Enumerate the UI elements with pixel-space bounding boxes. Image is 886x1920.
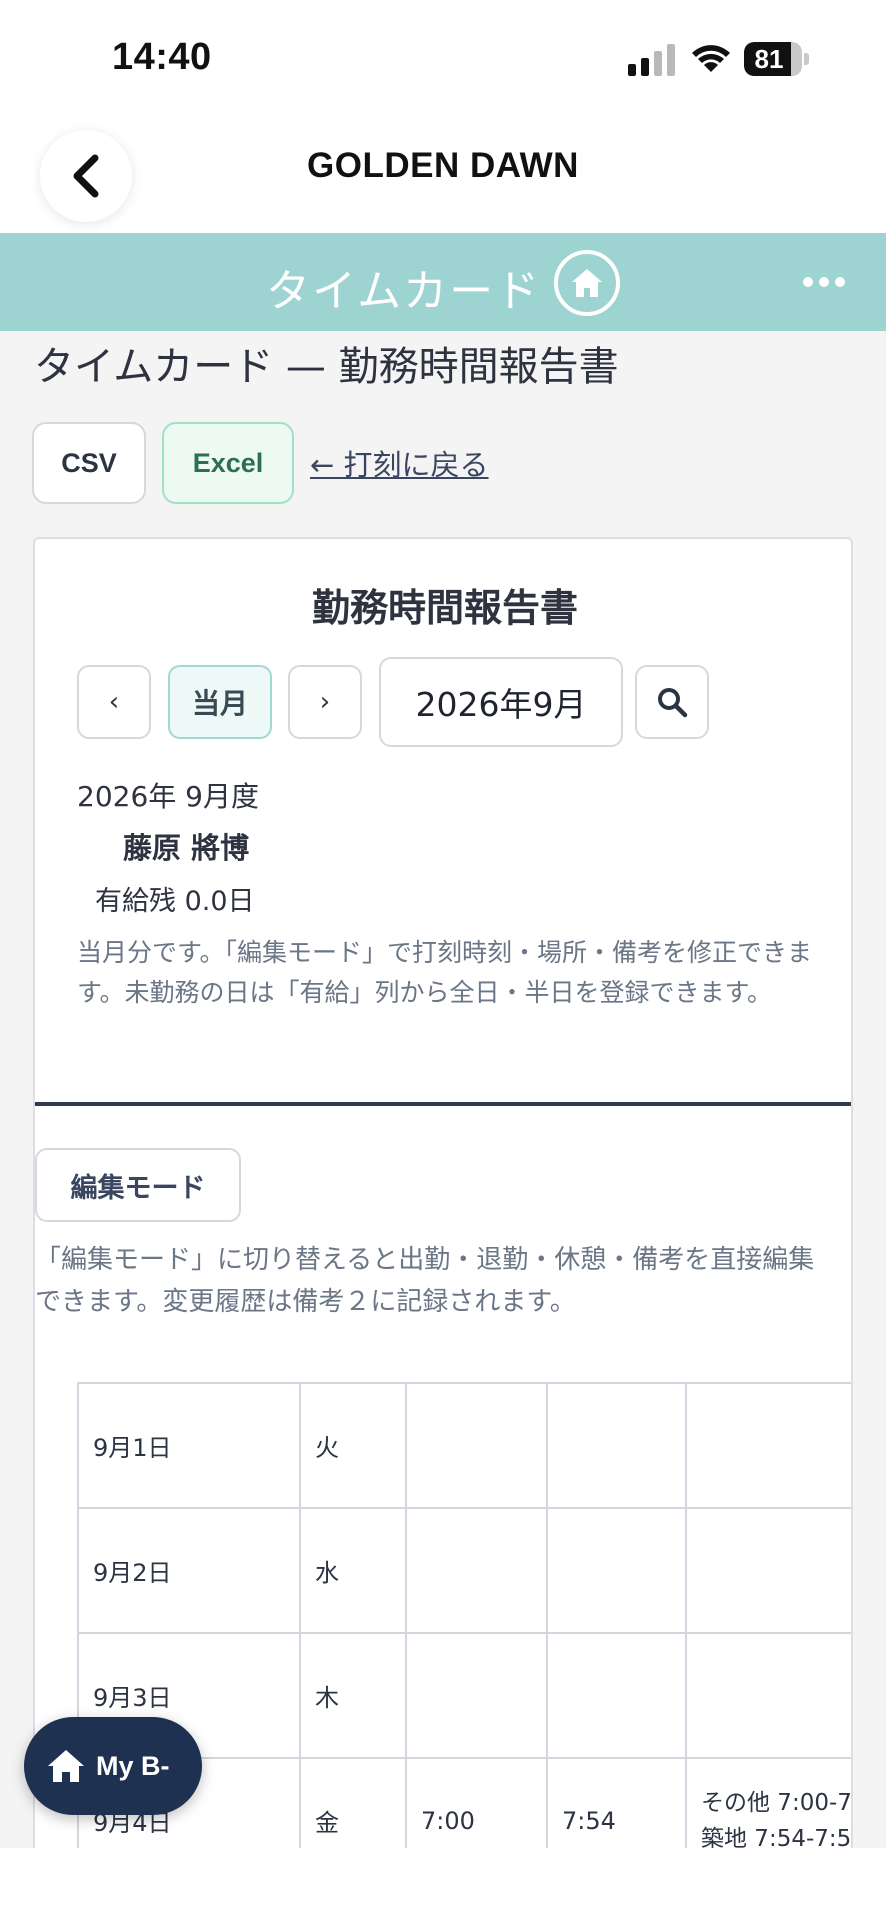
place-cell[interactable] [685, 1382, 851, 1509]
edit-mode-note: 「編集モード」に切り替えると出勤・退勤・休憩・備考を直接編集 できます。変更履歴… [35, 1239, 851, 1323]
prev-month-button[interactable]: ‹ [77, 665, 151, 739]
weekday-cell: 木 [299, 1632, 407, 1759]
clock-out-cell[interactable] [546, 1507, 687, 1634]
section-header: タイムカード [0, 233, 886, 331]
place-line: その他 7:00-7 [701, 1789, 852, 1816]
timecard-table[interactable]: 9月1日 火 9月2日 水 9月3日 木 9月4日 金 7:00 7:54 その… [77, 1382, 852, 1920]
clock-out-cell[interactable] [546, 1382, 687, 1509]
home-button[interactable] [554, 250, 620, 316]
table-row: 9月2日 水 [77, 1507, 851, 1634]
battery-indicator: 81 [744, 42, 809, 76]
header-title: タイムカード [266, 266, 542, 317]
excel-button[interactable]: Excel [162, 422, 294, 504]
next-month-button[interactable]: › [288, 665, 362, 739]
table-row: 9月1日 火 [77, 1382, 851, 1509]
app-title: GOLDEN DAWN [307, 146, 579, 185]
edit-note-line-1: 「編集モード」に切り替えると出勤・退勤・休憩・備考を直接編集 [35, 1245, 815, 1275]
more-icon[interactable] [802, 273, 846, 291]
bottom-safe-area [0, 1848, 886, 1920]
search-button[interactable] [635, 665, 709, 739]
home-icon [48, 1750, 84, 1782]
place-cell[interactable] [685, 1632, 851, 1759]
clock-in-cell[interactable] [405, 1632, 548, 1759]
divider [35, 1102, 851, 1106]
edit-mode-button[interactable]: 編集モード [35, 1148, 241, 1222]
clock-out-cell[interactable] [546, 1632, 687, 1759]
current-month-button[interactable]: 当月 [168, 665, 272, 739]
month-input[interactable]: 2026年9月 [379, 657, 623, 747]
signal-icon [628, 44, 675, 76]
top-nav: GOLDEN DAWN [0, 110, 886, 233]
paid-leave-balance: 有給残 0.0日 [95, 886, 255, 917]
status-time: 14:40 [112, 36, 212, 78]
wifi-icon [692, 45, 730, 72]
date-cell: 9月2日 [77, 1507, 301, 1634]
my-b-fab-button[interactable]: My B- [24, 1717, 202, 1815]
weekday-cell: 水 [299, 1507, 407, 1634]
edit-note-line-2: できます。変更履歴は備考２に記録されます。 [35, 1287, 576, 1317]
search-icon [658, 688, 688, 718]
report-card: 勤務時間報告書 ‹ 当月 › 2026年9月 2026年 9月度 藤原 將博 有… [33, 537, 853, 1920]
report-period: 2026年 9月度 [77, 780, 259, 813]
report-title: 勤務時間報告書 [311, 586, 578, 630]
employee-name: 藤原 將博 [123, 831, 250, 865]
report-note: 当月分です。「編集モード」で打刻時刻・場所・備考を修正できます。未勤務の日は「有… [77, 938, 813, 1007]
back-to-punch-link[interactable]: ← 打刻に戻る [310, 442, 489, 484]
fab-label: My B- [96, 1750, 170, 1781]
clock-in-cell[interactable] [405, 1507, 548, 1634]
weekday-cell: 火 [299, 1382, 407, 1509]
page-title: タイムカード — 勤務時間報告書 [34, 344, 619, 390]
date-cell: 9月1日 [77, 1382, 301, 1509]
status-bar: 14:40 81 [0, 0, 886, 110]
clock-in-cell[interactable] [405, 1382, 548, 1509]
home-icon [572, 269, 602, 297]
battery-level: 81 [754, 44, 784, 74]
place-cell[interactable] [685, 1507, 851, 1634]
csv-button[interactable]: CSV [32, 422, 146, 504]
